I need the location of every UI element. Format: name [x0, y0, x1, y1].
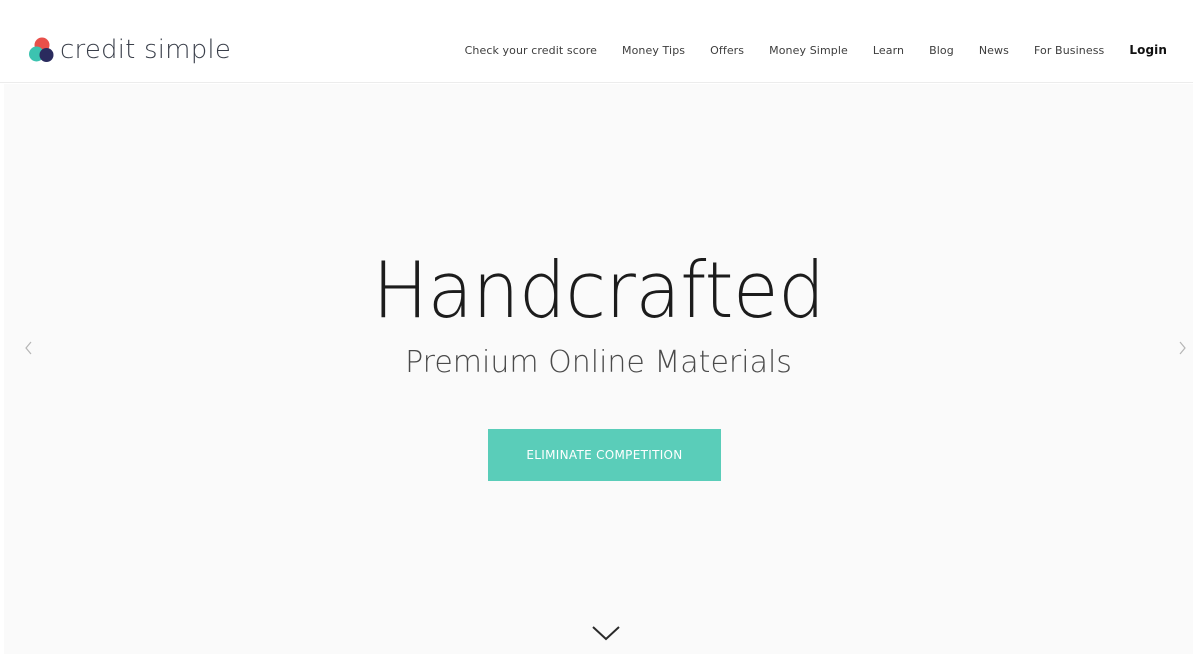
hero-subtitle: Premium Online Materials — [405, 345, 792, 380]
nav-item-blog[interactable]: Blog — [929, 44, 954, 57]
overlapping-circles-logo-icon — [29, 37, 54, 62]
slider-next-button[interactable] — [1173, 338, 1193, 358]
main-nav: Check your credit score Money Tips Offer… — [465, 43, 1167, 57]
page: credit simple Check your credit score Mo… — [0, 0, 1193, 654]
nav-item-check-credit-score[interactable]: Check your credit score — [465, 44, 597, 57]
chevron-down-icon — [592, 626, 620, 641]
nav-item-for-business[interactable]: For Business — [1034, 44, 1104, 57]
nav-item-money-tips[interactable]: Money Tips — [622, 44, 685, 57]
hero-slider: Handcrafted Premium Online Materials ELI… — [4, 84, 1193, 654]
nav-item-news[interactable]: News — [979, 44, 1009, 57]
scroll-down-button[interactable] — [590, 622, 622, 644]
brand-name: credit simple — [60, 35, 232, 65]
nav-item-login[interactable]: Login — [1129, 43, 1167, 57]
nav-item-offers[interactable]: Offers — [710, 44, 744, 57]
nav-item-learn[interactable]: Learn — [873, 44, 904, 57]
hero-title: Handcrafted — [372, 245, 825, 337]
eliminate-competition-button[interactable]: ELIMINATE COMPETITION — [488, 429, 721, 481]
site-header: credit simple Check your credit score Mo… — [0, 0, 1193, 83]
nav-item-money-simple[interactable]: Money Simple — [769, 44, 848, 57]
brand-logo[interactable]: credit simple — [26, 30, 231, 70]
chevron-right-icon — [1179, 341, 1186, 355]
